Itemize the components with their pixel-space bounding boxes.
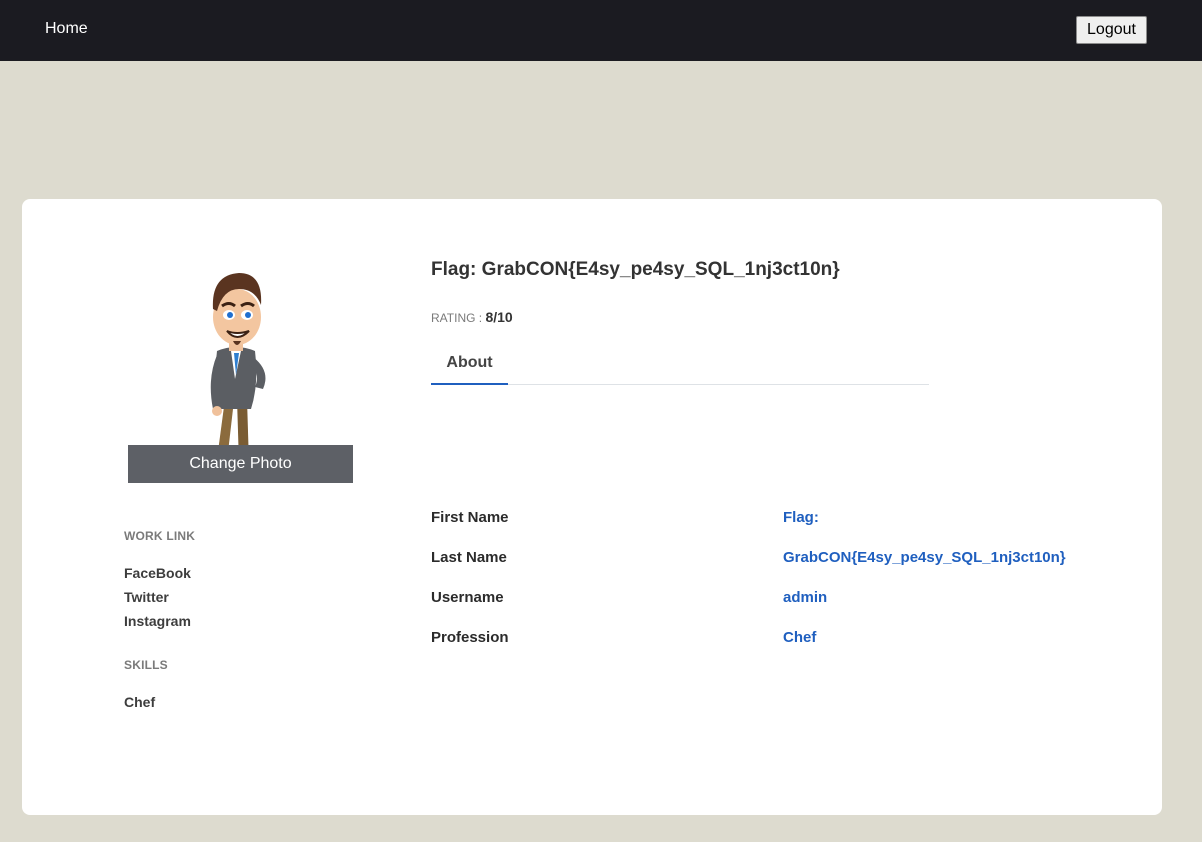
profile-tabs: About <box>431 344 929 385</box>
last-name-value: GrabCON{E4sy_pe4sy_SQL_1nj3ct10n} <box>783 549 1066 566</box>
change-photo-button[interactable]: Change Photo <box>128 445 353 483</box>
twitter-link[interactable]: Twitter <box>124 589 169 605</box>
rating-label: RATING : <box>431 311 486 325</box>
skill-item[interactable]: Chef <box>124 694 155 710</box>
rating: RATING : 8/10 <box>431 309 513 325</box>
first-name-label: First Name <box>431 509 509 526</box>
home-link[interactable]: Home <box>45 20 88 38</box>
profile-title: Flag: GrabCON{E4sy_pe4sy_SQL_1nj3ct10n} <box>431 259 840 280</box>
rating-value: 8/10 <box>485 309 513 325</box>
profession-value: Chef <box>783 629 817 646</box>
logout-button[interactable]: Logout <box>1076 16 1147 44</box>
top-navbar: Home Logout <box>0 0 1202 61</box>
tab-about[interactable]: About <box>431 344 508 385</box>
username-label: Username <box>431 589 504 606</box>
skills-heading: SKILLS <box>124 658 168 672</box>
profile-card: Change Photo WORK LINK FaceBook Twitter … <box>22 199 1162 815</box>
work-link-heading: WORK LINK <box>124 529 196 543</box>
first-name-value: Flag: <box>783 509 819 526</box>
facebook-link[interactable]: FaceBook <box>124 565 191 581</box>
profession-label: Profession <box>431 629 509 646</box>
last-name-label: Last Name <box>431 549 507 566</box>
username-value: admin <box>783 589 828 606</box>
instagram-link[interactable]: Instagram <box>124 613 191 629</box>
